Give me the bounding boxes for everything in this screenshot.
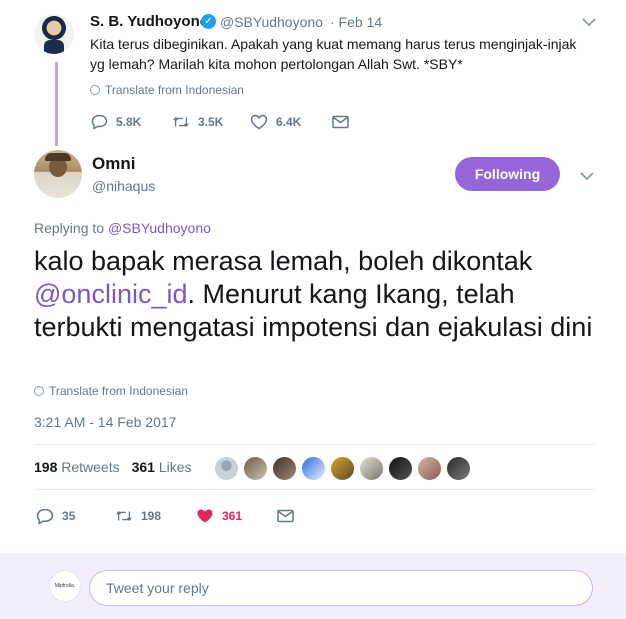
avatar[interactable]	[417, 456, 442, 481]
retweet-count: 3.5K	[198, 115, 224, 129]
verified-badge-icon: ✓	[201, 14, 216, 29]
tweet-timestamp[interactable]: 3:21 AM - 14 Feb 2017	[34, 414, 176, 430]
avatar[interactable]	[214, 456, 239, 481]
like-count: 6.4K	[276, 115, 302, 129]
reply-input[interactable]	[89, 570, 593, 606]
chevron-down-icon[interactable]	[582, 14, 596, 30]
parent-tweet-date[interactable]: · Feb 14	[330, 14, 382, 30]
likes-stat-label: Likes	[158, 459, 192, 475]
translate-link[interactable]: Translate from Indonesian	[34, 384, 188, 398]
message-action[interactable]	[331, 113, 349, 131]
retweet-action[interactable]: 3.5K	[172, 113, 223, 131]
globe-icon	[34, 386, 44, 396]
avatar[interactable]	[34, 14, 74, 54]
divider	[34, 489, 594, 490]
avatar[interactable]	[446, 456, 471, 481]
globe-icon	[90, 85, 100, 95]
like-action[interactable]: 361	[196, 507, 242, 525]
message-action[interactable]	[276, 507, 294, 525]
parent-translate-link[interactable]: Translate from Indonesian	[90, 83, 244, 97]
reply-icon	[90, 113, 108, 131]
mention-link[interactable]: @onclinic_id	[34, 279, 187, 309]
avatar[interactable]	[243, 456, 268, 481]
reply-action[interactable]: 5.8K	[90, 113, 141, 131]
avatar[interactable]: Mipfrolla.	[49, 570, 81, 602]
replying-prefix: Replying to	[34, 220, 105, 236]
reply-count: 5.8K	[116, 115, 142, 129]
tweet-text: kalo bapak merasa lemah, boleh dikontak …	[34, 245, 604, 344]
envelope-icon	[331, 113, 349, 131]
like-action[interactable]: 6.4K	[250, 113, 301, 131]
avatar[interactable]	[272, 456, 297, 481]
tweet-text-part1: kalo bapak merasa lemah, boleh dikontak	[34, 246, 533, 276]
parent-author-name[interactable]: S. B. Yudhoyono	[90, 13, 209, 30]
retweets-stat-label: Retweets	[61, 459, 120, 475]
avatar[interactable]	[301, 456, 326, 481]
likes-stat-count: 361	[131, 459, 155, 475]
reply-count: 35	[62, 509, 76, 523]
translate-label: Translate from Indonesian	[105, 83, 244, 97]
reply-action[interactable]: 35	[36, 507, 75, 525]
tweet-stats: 198 Retweets 361 Likes	[34, 459, 192, 475]
heart-icon	[250, 113, 268, 131]
parent-tweet-text: Kita terus dibeginikan. Apakah yang kuat…	[90, 36, 577, 72]
author-handle[interactable]: @nihaqus	[92, 178, 155, 194]
parent-author-handle[interactable]: @SBYudhoyono	[220, 14, 323, 30]
replying-to-link[interactable]: @SBYudhoyono	[108, 220, 211, 236]
likes-stat[interactable]: 361 Likes	[132, 459, 192, 475]
retweet-icon	[115, 507, 133, 525]
following-button[interactable]: Following	[455, 157, 560, 191]
replying-to: Replying to @SBYudhoyono	[34, 220, 211, 236]
reply-icon	[36, 507, 54, 525]
translate-label: Translate from Indonesian	[49, 384, 188, 398]
like-count: 361	[222, 509, 243, 523]
retweets-stat[interactable]: 198 Retweets	[34, 459, 120, 475]
avatar[interactable]	[359, 456, 384, 481]
liker-avatars	[214, 456, 471, 481]
avatar[interactable]	[330, 456, 355, 481]
avatar-logo-text: Mipfrolla.	[54, 583, 76, 589]
envelope-icon	[276, 507, 294, 525]
retweet-icon	[172, 113, 190, 131]
avatar[interactable]	[34, 150, 82, 198]
heart-icon	[196, 507, 214, 525]
retweets-stat-count: 198	[34, 459, 58, 475]
chevron-down-icon[interactable]	[580, 168, 594, 184]
thread-connector-line	[55, 62, 58, 146]
avatar[interactable]	[388, 456, 413, 481]
retweet-action[interactable]: 198	[115, 507, 161, 525]
divider	[34, 444, 594, 445]
retweet-count: 198	[141, 509, 162, 523]
author-name[interactable]: Omni	[92, 154, 135, 174]
